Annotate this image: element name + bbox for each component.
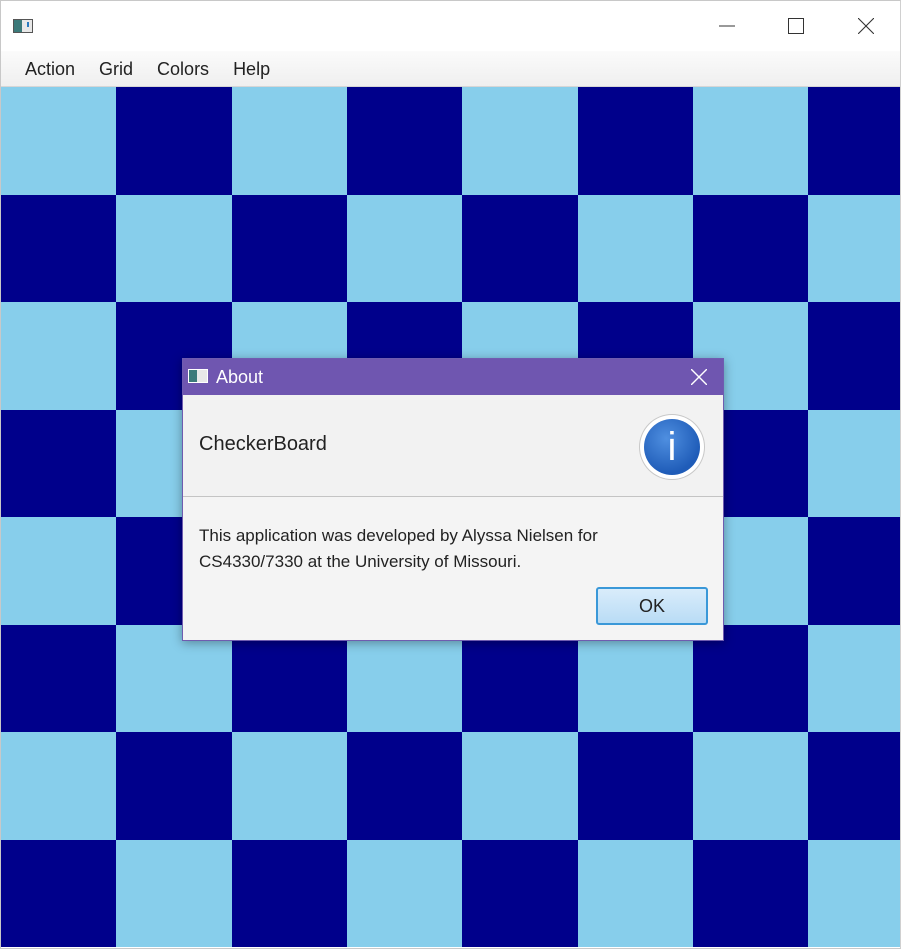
board-cell — [462, 732, 578, 840]
board-cell — [462, 840, 578, 947]
ok-button[interactable]: OK — [596, 587, 708, 625]
board-cell — [1, 410, 116, 517]
dialog-message-line: This application was developed by Alyssa… — [199, 526, 598, 545]
board-cell — [116, 625, 232, 732]
info-icon-glyph: i — [644, 419, 700, 475]
board-cell — [578, 87, 693, 195]
dialog-header: CheckerBoard i — [183, 395, 723, 497]
board-cell — [232, 195, 347, 302]
board-cell — [347, 732, 462, 840]
board-cell — [808, 410, 900, 517]
board-cell — [578, 195, 693, 302]
board-cell — [1, 625, 116, 732]
dialog-app-icon — [188, 369, 208, 383]
board-cell — [808, 302, 900, 410]
maximize-icon — [788, 18, 804, 34]
dialog-title-bar[interactable]: About — [183, 359, 723, 395]
minimize-icon — [719, 25, 735, 27]
board-cell — [116, 195, 232, 302]
board-cell — [808, 625, 900, 732]
app-window: Action Grid Colors Help About CheckerBoa… — [0, 0, 901, 949]
board-cell — [693, 732, 808, 840]
board-cell — [808, 732, 900, 840]
menu-colors[interactable]: Colors — [145, 51, 221, 87]
board-cell — [1, 195, 116, 302]
board-cell — [232, 732, 347, 840]
board-cell — [808, 195, 900, 302]
board-cell — [232, 840, 347, 947]
board-cell — [462, 625, 578, 732]
board-cell — [808, 87, 900, 195]
dialog-message: This application was developed by Alyssa… — [199, 523, 699, 575]
dialog-message-line: CS4330/7330 at the University of Missour… — [199, 552, 522, 571]
board-cell — [578, 840, 693, 947]
board-cell — [1, 732, 116, 840]
board-cell — [808, 517, 900, 625]
menu-action[interactable]: Action — [1, 51, 87, 87]
board-cell — [1, 517, 116, 625]
board-cell — [232, 625, 347, 732]
board-cell — [693, 840, 808, 947]
menu-bar: Action Grid Colors Help — [1, 51, 900, 87]
maximize-button[interactable] — [761, 1, 831, 51]
dialog-header-text: CheckerBoard — [199, 433, 327, 455]
dialog-close-button[interactable] — [675, 359, 723, 395]
board-cell — [347, 195, 462, 302]
board-cell — [462, 195, 578, 302]
app-window-icon — [13, 19, 33, 33]
board-cell — [462, 87, 578, 195]
about-dialog: About CheckerBoard i This application wa… — [182, 358, 724, 641]
menu-grid[interactable]: Grid — [87, 51, 145, 87]
board-cell — [1, 840, 116, 947]
board-cell — [693, 87, 808, 195]
board-cell — [232, 87, 347, 195]
info-icon: i — [640, 415, 704, 479]
board-cell — [347, 87, 462, 195]
board-cell — [1, 302, 116, 410]
close-icon — [858, 18, 874, 34]
minimize-button[interactable] — [692, 1, 762, 51]
title-bar[interactable] — [1, 1, 900, 51]
dialog-title: About — [216, 367, 264, 387]
board-cell — [347, 625, 462, 732]
menu-help[interactable]: Help — [221, 51, 282, 87]
board-cell — [693, 625, 808, 732]
close-button[interactable] — [831, 1, 900, 51]
board-cell — [1, 87, 116, 195]
board-cell — [116, 87, 232, 195]
board-cell — [808, 840, 900, 947]
board-cell — [116, 840, 232, 947]
close-icon — [691, 369, 707, 385]
board-cell — [116, 732, 232, 840]
board-cell — [578, 625, 693, 732]
board-cell — [693, 195, 808, 302]
board-cell — [578, 732, 693, 840]
board-cell — [347, 840, 462, 947]
